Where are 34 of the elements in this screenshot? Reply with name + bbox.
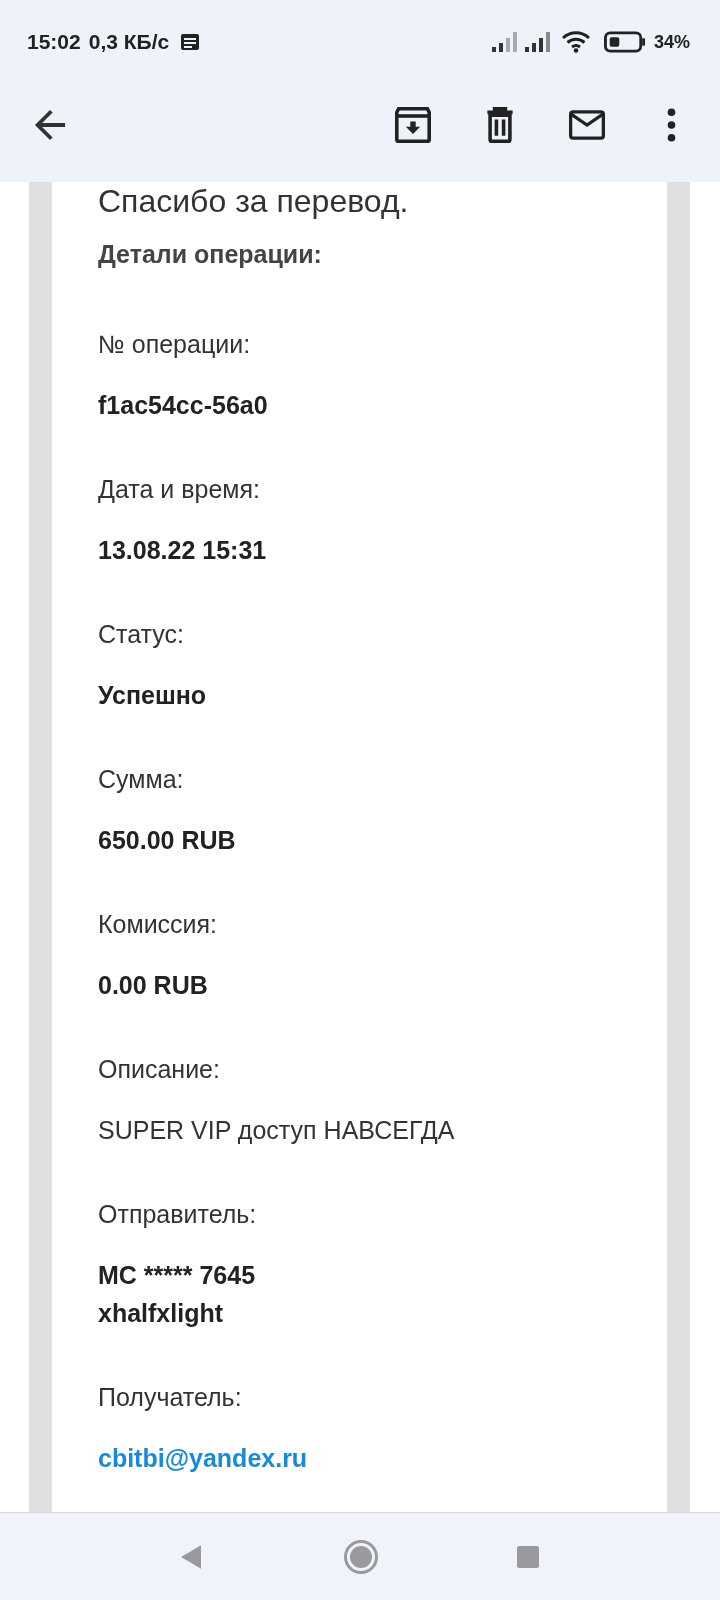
field-label: Описание: (98, 1054, 221, 1085)
field-value: Успешно (98, 680, 208, 711)
field-label: Комиссия: (98, 909, 219, 940)
email-link[interactable]: cbitbi@yandex.ru (98, 1439, 308, 1477)
message-notification-icon (181, 34, 200, 50)
section-title: Детали операции: (98, 239, 323, 270)
nav-home-icon[interactable] (344, 1539, 378, 1574)
field-value: 650.00 RUB (98, 825, 237, 856)
message-title: Спасибо за перевод. (98, 182, 410, 220)
field-value: MC ***** 7645 (98, 1260, 257, 1291)
field-label: Статус: (98, 619, 185, 650)
field-label: № операции: (98, 329, 252, 360)
nav-recent-icon[interactable] (517, 1545, 539, 1568)
field-value: xhalfxlight (98, 1298, 224, 1329)
field-value: 13.08.22 15:31 (98, 535, 268, 566)
wifi-icon (561, 31, 590, 53)
status-time: 15:02 (27, 29, 81, 55)
back-arrow-icon (34, 109, 66, 141)
nav-back-icon[interactable] (181, 1544, 201, 1569)
mail-icon (569, 107, 605, 143)
archive-box-icon (395, 107, 431, 143)
signal-icon (524, 32, 550, 52)
field-value: f1ac54cc-56a0 (98, 390, 269, 421)
battery-percent: 34% (653, 31, 690, 54)
field-label: Сумма: (98, 764, 185, 795)
field-label: Отправитель: (98, 1199, 258, 1230)
field-value: 0.00 RUB (98, 970, 209, 1001)
signal-icon (491, 32, 517, 52)
field-label: Получатель: (98, 1382, 243, 1413)
field-label: Дата и время: (98, 474, 261, 505)
battery-icon (603, 31, 646, 53)
network-speed: 0,3 КБ/с (88, 29, 170, 55)
more-icon (667, 108, 676, 142)
field-value: SUPER VIP доступ НАВСЕГДА (98, 1115, 456, 1146)
